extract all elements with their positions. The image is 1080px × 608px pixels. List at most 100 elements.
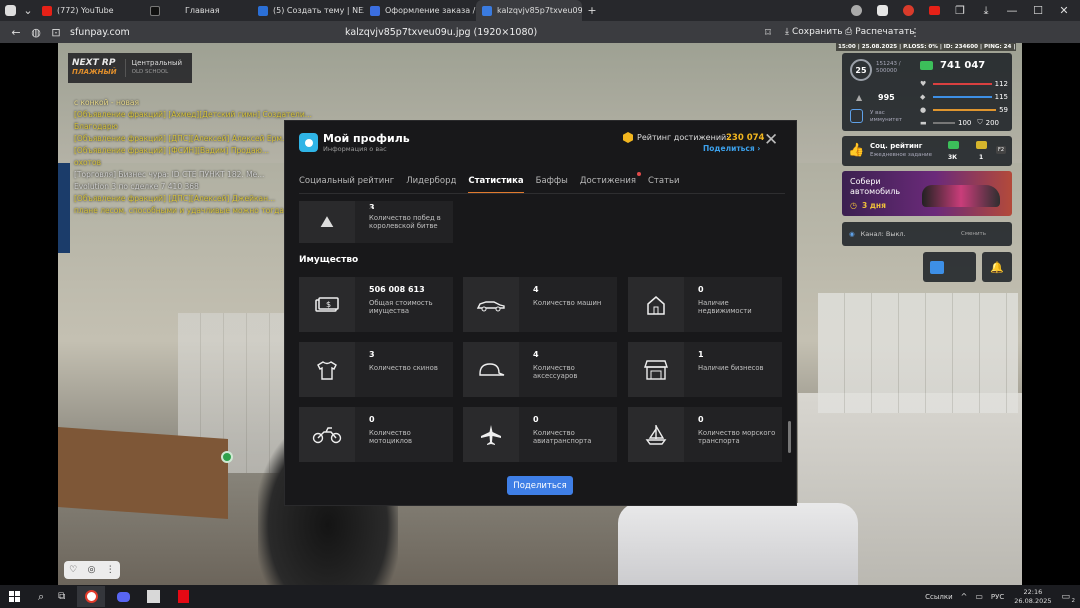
real-estate-tile: 0 Наличие недвижимости bbox=[628, 277, 782, 332]
food-icon: ● bbox=[920, 105, 927, 114]
youtube-ext-icon[interactable] bbox=[924, 1, 944, 21]
armor-icon: ⛉ bbox=[977, 118, 983, 126]
ammo-value: 100 bbox=[958, 118, 972, 127]
money-value: 741 047 bbox=[940, 60, 986, 71]
close-window-icon[interactable]: ✕ bbox=[1054, 1, 1074, 21]
tab-label: (772) YouTube bbox=[57, 6, 114, 15]
camera-icon[interactable]: ◎ bbox=[88, 565, 96, 575]
tab-leaderboard[interactable]: Лидерборд bbox=[406, 176, 456, 194]
task-view-icon[interactable]: ⧉ bbox=[58, 591, 65, 602]
timer-icon: ◷ bbox=[850, 201, 857, 210]
tab-buffs[interactable]: Баффы bbox=[536, 176, 568, 194]
download-icon[interactable]: ⤓ bbox=[976, 1, 996, 21]
address-domain[interactable]: sfunpay.com bbox=[70, 27, 130, 38]
yandex-browser-icon[interactable] bbox=[77, 586, 106, 607]
tab-statistics[interactable]: Статистика bbox=[468, 176, 524, 194]
media-app-icon[interactable] bbox=[139, 586, 167, 607]
motorcycles-tile: 0 Количество мотоциклов bbox=[299, 407, 453, 462]
logo-subtext: ПЛАЖНЫЙ bbox=[72, 68, 117, 76]
tab-nextrp-forum[interactable]: (5) Создать тему | NEXTR bbox=[252, 0, 364, 21]
chat-line: Evolution 3 по сделке 7 410 368 bbox=[74, 182, 199, 191]
notifications-button[interactable]: 🔔 bbox=[982, 252, 1012, 282]
windows-start-icon[interactable] bbox=[9, 591, 20, 602]
bell-icon: 🔔 bbox=[990, 260, 1004, 274]
tab-articles[interactable]: Статьи bbox=[648, 176, 680, 194]
netflix-icon[interactable] bbox=[169, 586, 197, 607]
radio-icon: ◉ bbox=[849, 230, 855, 238]
tab-social-rating[interactable]: Социальный рейтинг bbox=[299, 176, 394, 194]
maximize-icon[interactable]: ☐ bbox=[1028, 1, 1048, 21]
share-button[interactable]: Поделиться bbox=[507, 476, 573, 495]
more-icon[interactable]: ⋮ bbox=[905, 22, 925, 42]
back-icon[interactable]: ← bbox=[6, 22, 26, 42]
profile-icon[interactable] bbox=[846, 1, 866, 21]
tab-menu-icon[interactable] bbox=[0, 1, 20, 21]
lock-icon[interactable]: ⊡ bbox=[46, 22, 66, 42]
chat-line: [Торговля] Бизнес чура: ID СТЕ ПУНКТ 182… bbox=[74, 170, 265, 179]
search-icon[interactable]: ⌕ bbox=[38, 590, 44, 604]
car-event-banner[interactable]: Собери автомобиль ◷ 3 дня bbox=[842, 171, 1012, 216]
tile-label: Количество скинов bbox=[369, 364, 438, 372]
tile-value: 4 bbox=[533, 350, 539, 359]
modal-subtitle: Информация о вас bbox=[323, 145, 387, 153]
stat-bars: ♥ 112 ◆ 115 ● 59 ▬ 100 ⛉ 200 bbox=[920, 77, 1008, 129]
yandex-icon[interactable] bbox=[898, 1, 918, 21]
social-rating-panel[interactable]: 👍 Соц. рейтинг Ежедневное задание 3К 1 F… bbox=[842, 136, 1012, 166]
clock[interactable]: 22:16 26.08.2025 bbox=[1014, 588, 1051, 606]
taskbar-links[interactable]: Ссылки bbox=[925, 593, 953, 601]
shield-icon[interactable]: ◍ bbox=[26, 22, 46, 42]
scrollbar[interactable] bbox=[788, 421, 791, 453]
image-icon bbox=[482, 5, 492, 16]
new-tab-button[interactable]: + bbox=[582, 1, 602, 21]
money-icon bbox=[920, 61, 933, 70]
car-event-days: 3 дня bbox=[862, 201, 886, 210]
server-mode: OLD SCHOOL bbox=[131, 69, 169, 75]
more-icon[interactable]: ⋮ bbox=[106, 565, 115, 575]
car-image bbox=[922, 185, 1000, 207]
notifications-icon[interactable]: ▭ 2 bbox=[1061, 592, 1075, 604]
tile-value: 4 bbox=[533, 285, 539, 294]
tab-label: kalzqvjv85p7txveu09u.jp bbox=[497, 6, 582, 15]
user-profile-icon bbox=[299, 133, 318, 152]
discord-icon[interactable] bbox=[109, 586, 137, 607]
browser-tab-bar: ⌄ (772) YouTube Главная (5) Создать тему… bbox=[0, 0, 1080, 21]
tile-label: Количество мотоциклов bbox=[369, 429, 413, 445]
share-link[interactable]: Поделиться › bbox=[703, 144, 760, 153]
collections-icon[interactable]: ❐ bbox=[950, 1, 970, 21]
cap-icon bbox=[479, 362, 505, 376]
battle-royale-wins-label: Количество побед в королевской битве bbox=[369, 214, 441, 230]
save-button[interactable]: ⤓ Сохранить bbox=[785, 27, 843, 37]
tile-value: 3 bbox=[369, 350, 375, 359]
tab-funpay-order[interactable]: Оформление заказа / Fur bbox=[364, 0, 476, 21]
tab-youtube[interactable]: (772) YouTube bbox=[36, 0, 144, 21]
tile-label: Количество аксессуаров bbox=[533, 364, 578, 380]
tab-image[interactable]: kalzqvjv85p7txveu09u.jp✕ bbox=[476, 0, 582, 21]
server-name: Центральный bbox=[131, 59, 183, 67]
aircraft-tile: 0 Количество авиатранспорта bbox=[463, 407, 617, 462]
tile-label: Наличие недвижимости bbox=[698, 299, 752, 315]
chat-line: [Объявление фракций] [ФСИН][Вадим] Прода… bbox=[74, 146, 270, 155]
channel-switch[interactable]: Сменить bbox=[961, 231, 986, 237]
download-icon: ⤓ bbox=[785, 27, 789, 37]
heart-outline-icon[interactable]: ♡ bbox=[69, 565, 77, 575]
notifications-count: 2 bbox=[1071, 597, 1076, 604]
level-badge: 25 bbox=[850, 59, 872, 81]
bookmark-icon[interactable]: ⌑ bbox=[758, 22, 778, 42]
tab-home[interactable]: Главная bbox=[144, 0, 252, 21]
tile-label: Наличие бизнесов bbox=[698, 364, 764, 372]
heart-icon: ♥ bbox=[920, 79, 927, 88]
display-icon[interactable]: ▭ bbox=[975, 592, 983, 601]
tile-label: Количество авиатранспорта bbox=[533, 429, 592, 445]
chat-line: с конкой - новая bbox=[74, 98, 140, 107]
calendar-button[interactable] bbox=[923, 252, 976, 282]
tab-achievements[interactable]: Достижения bbox=[580, 176, 636, 194]
social-reward-money: 3К bbox=[948, 154, 958, 161]
vk-icon[interactable] bbox=[872, 1, 892, 21]
chevron-up-icon[interactable]: ^ bbox=[961, 592, 968, 601]
radio-channel-panel[interactable]: ◉ Канал: Выкл. Сменить bbox=[842, 222, 1012, 246]
chevron-down-icon[interactable]: ⌄ bbox=[20, 1, 36, 21]
language-indicator[interactable]: РУС bbox=[991, 593, 1004, 601]
tshirt-icon bbox=[317, 360, 337, 380]
minimize-icon[interactable]: — bbox=[1002, 1, 1022, 21]
close-icon[interactable]: ✕ bbox=[764, 132, 778, 149]
